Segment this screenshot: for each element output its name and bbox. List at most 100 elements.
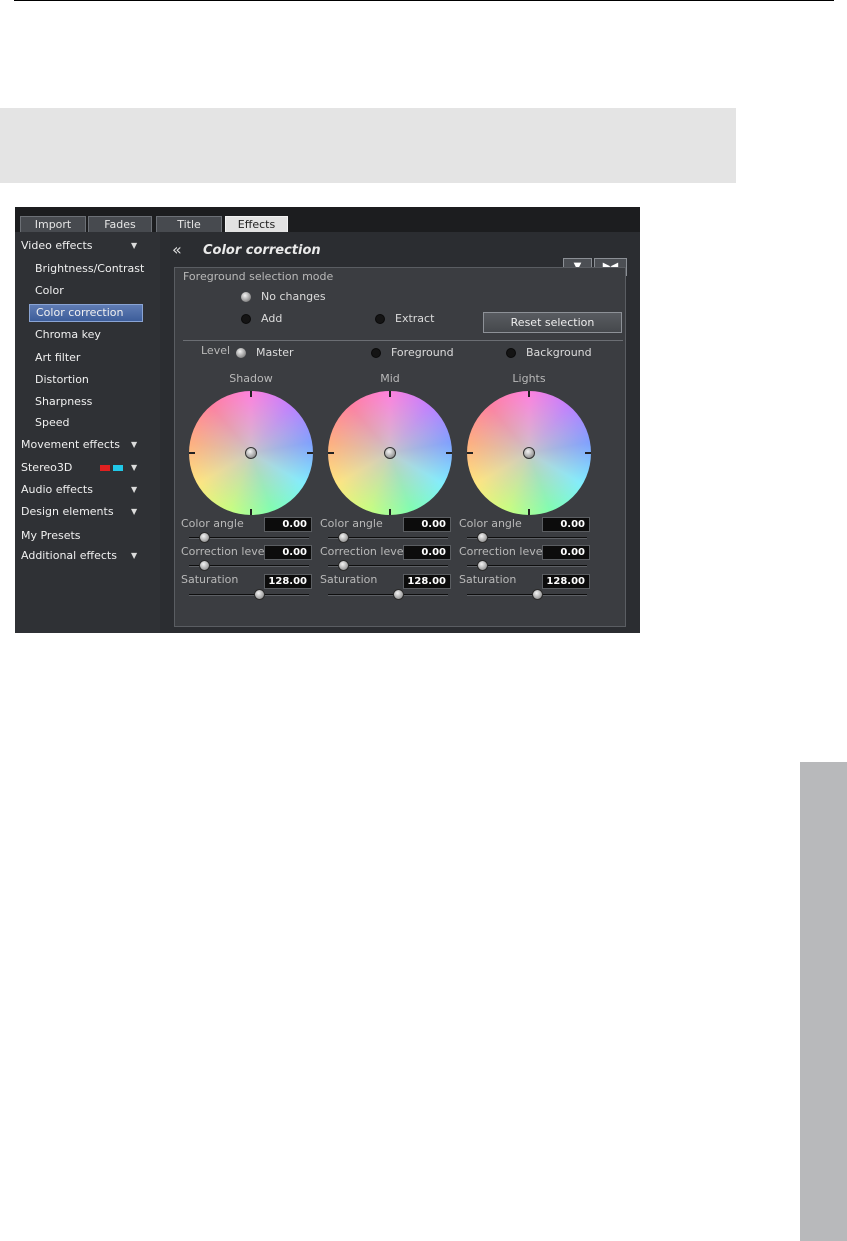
wheel-tick [328,452,334,454]
sidebar-group-video-effects[interactable]: Video effects ▼ [21,237,137,255]
tab-fades[interactable]: Fades [88,216,152,233]
wheel-center-handle[interactable] [245,447,257,459]
wheel-tick [446,452,452,454]
sidebar-item-my-presets[interactable]: My Presets [21,527,81,545]
radio-extract-label: Extract [395,312,435,325]
sidebar-item-brightness-contrast[interactable]: Brightness/Contrast [35,260,144,278]
saturation-input[interactable]: 128.00 [264,574,312,589]
radio-add[interactable] [241,314,251,324]
sidebar-group-additional-effects[interactable]: Additional effects ▼ [21,547,137,565]
sidebar-item-art-filter[interactable]: Art filter [35,349,80,367]
correction-level-input[interactable]: 0.00 [403,545,451,560]
color-correction-panel: « Color correction ▼ ▶◀ Foreground selec… [160,232,640,633]
color-angle-input[interactable]: 0.00 [403,517,451,532]
correction-level-input[interactable]: 0.00 [542,545,590,560]
page-top-rule [14,0,834,1]
effects-window: Import Fades Title Effects Video effects… [15,207,640,633]
panel-title: Color correction [203,243,321,258]
saturation-slider-thumb[interactable] [532,589,543,600]
level-label: Level [201,344,231,357]
wheel-tick [389,509,391,515]
wheel-tick [467,452,473,454]
chapter-side-tab [800,762,847,1241]
saturation-slider-track[interactable] [328,594,448,596]
chevron-down-icon: ▼ [131,241,138,250]
wheel-center-handle[interactable] [384,447,396,459]
radio-add-label: Add [261,312,283,325]
saturation-slider-track[interactable] [467,594,587,596]
color-wheel[interactable] [189,391,313,515]
sidebar-item-color[interactable]: Color [35,282,64,300]
radio-level-foreground[interactable] [371,348,381,358]
saturation-slider-track[interactable] [189,594,309,596]
tab-effects[interactable]: Effects [225,216,288,233]
double-chevron-left-icon[interactable]: « [172,242,182,258]
chevron-down-icon: ▼ [131,485,138,494]
radio-level-master-label: Master [256,346,294,359]
sidebar-group-label: Design elements [21,505,114,518]
color-angle-label: Color angle [320,517,383,530]
wheel-tick [189,452,195,454]
radio-no-changes[interactable] [241,292,251,302]
color-angle-slider-thumb[interactable] [477,532,488,543]
note-box [0,108,736,183]
color-angle-input[interactable]: 0.00 [542,517,590,532]
color-angle-label: Color angle [181,517,244,530]
wheel-tick [250,391,252,397]
wheel-center-handle[interactable] [523,447,535,459]
divider [183,340,623,341]
color-wheel[interactable] [467,391,591,515]
sidebar-group-movement-effects[interactable]: Movement effects ▼ [21,436,137,454]
correction-level-slider-thumb[interactable] [338,560,349,571]
radio-extract[interactable] [375,314,385,324]
wheel-tick [528,391,530,397]
radio-level-background[interactable] [506,348,516,358]
wheel-title: Shadow [229,372,273,385]
fg-mode-label: Foreground selection mode [183,270,334,283]
chevron-down-icon: ▼ [131,507,138,516]
settings-panel: Foreground selection mode No changes Add… [174,267,626,627]
reset-selection-button[interactable]: Reset selection [483,312,622,333]
correction-level-slider-thumb[interactable] [199,560,210,571]
sidebar-group-label: Video effects [21,239,93,252]
correction-level-label: Correction level [459,545,546,558]
correction-level-input[interactable]: 0.00 [264,545,312,560]
wheel-title: Mid [380,372,400,385]
correction-level-label: Correction level [181,545,268,558]
radio-level-foreground-label: Foreground [391,346,454,359]
saturation-input[interactable]: 128.00 [403,574,451,589]
radio-level-master[interactable] [236,348,246,358]
radio-no-changes-label: No changes [261,290,326,303]
wheel-tick [528,509,530,515]
sidebar-item-color-correction[interactable]: Color correction [29,304,143,322]
sidebar-item-speed[interactable]: Speed [35,414,69,432]
correction-level-slider-thumb[interactable] [477,560,488,571]
wheel-title: Lights [512,372,546,385]
sidebar-group-label: Audio effects [21,483,93,496]
color-angle-input[interactable]: 0.00 [264,517,312,532]
sidebar-item-distortion[interactable]: Distortion [35,371,89,389]
sidebar-group-stereo3d[interactable]: Stereo3D ▼ [21,459,151,477]
wheel-tick [585,452,591,454]
color-angle-slider-thumb[interactable] [199,532,210,543]
wheel-tick [389,391,391,397]
wheel-tick [307,452,313,454]
sidebar-item-sharpness[interactable]: Sharpness [35,393,92,411]
tab-import[interactable]: Import [20,216,86,233]
color-angle-label: Color angle [459,517,522,530]
correction-level-label: Correction level [320,545,407,558]
color-wheel[interactable] [328,391,452,515]
sidebar-item-chroma-key[interactable]: Chroma key [35,326,101,344]
saturation-slider-thumb[interactable] [254,589,265,600]
sidebar-group-design-elements[interactable]: Design elements ▼ [21,503,137,521]
effects-sidebar: Video effects ▼ Brightness/Contrast Colo… [15,232,160,633]
sidebar-group-audio-effects[interactable]: Audio effects ▼ [21,481,137,499]
saturation-input[interactable]: 128.00 [542,574,590,589]
color-angle-slider-thumb[interactable] [338,532,349,543]
sidebar-group-label: Additional effects [21,549,117,562]
tab-title[interactable]: Title [156,216,222,233]
stereo-glasses-icon [100,465,124,471]
saturation-slider-thumb[interactable] [393,589,404,600]
sidebar-group-label: Movement effects [21,438,120,451]
chevron-down-icon: ▼ [131,463,138,472]
